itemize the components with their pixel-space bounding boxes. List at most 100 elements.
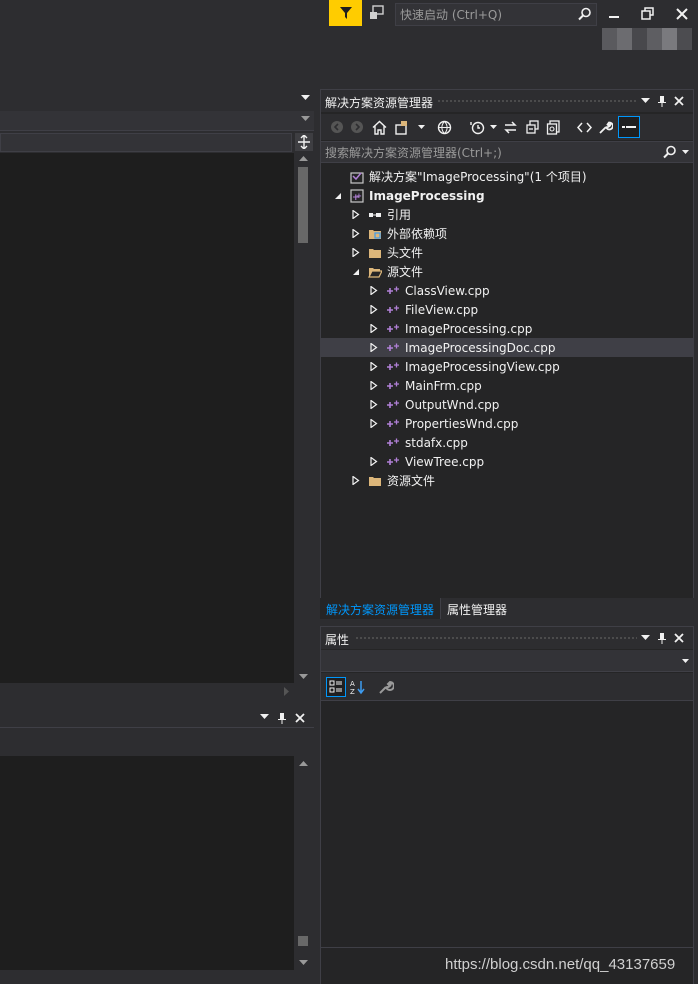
collapsed-arrow-icon[interactable]: [369, 419, 379, 429]
solution-search-input[interactable]: [325, 145, 655, 160]
solution-explorer-panel: 解决方案资源管理器 搜索解决方案资源管理器(Ctrl+;) 解决方案"Image…: [320, 89, 694, 619]
collapsed-arrow-icon[interactable]: [369, 362, 379, 372]
pending-changes-icon[interactable]: [469, 119, 485, 135]
collapsed-arrow-icon[interactable]: [369, 286, 379, 296]
collapsed-arrow-icon[interactable]: [369, 343, 379, 353]
code-editor[interactable]: [0, 153, 294, 683]
editor-tab-dropdown[interactable]: [301, 95, 310, 101]
forward-icon[interactable]: [349, 119, 365, 135]
expanded-arrow-icon[interactable]: [333, 191, 343, 201]
property-grid[interactable]: [321, 702, 693, 946]
cpp-file-icon: [385, 378, 401, 394]
tree-item[interactable]: stdafx.cpp: [321, 433, 693, 452]
tree-item[interactable]: PropertiesWnd.cpp: [321, 414, 693, 433]
tree-item[interactable]: ViewTree.cpp: [321, 452, 693, 471]
alphabetical-icon[interactable]: AZ: [350, 679, 366, 695]
scroll-thumb[interactable]: [298, 936, 308, 946]
collapsed-arrow-icon[interactable]: [369, 305, 379, 315]
split-window-button[interactable]: [295, 133, 313, 151]
editor-member-combo[interactable]: [0, 133, 292, 152]
chevron-down-icon[interactable]: [301, 116, 310, 122]
feedback-icon[interactable]: [368, 4, 388, 24]
panel-grip[interactable]: [437, 99, 637, 104]
tree-item[interactable]: 引用: [321, 205, 693, 224]
tree-item[interactable]: ImageProcessingDoc.cpp: [321, 338, 693, 357]
collapse-all-icon[interactable]: [524, 119, 540, 135]
tree-item[interactable]: 外部依赖项: [321, 224, 693, 243]
chevron-down-icon[interactable]: [682, 659, 689, 664]
chevron-down-icon[interactable]: [485, 119, 501, 135]
panel-grip[interactable]: [355, 636, 637, 641]
tree-item[interactable]: 头文件: [321, 243, 693, 262]
scroll-thumb[interactable]: [298, 167, 308, 243]
view-code-icon[interactable]: [576, 119, 592, 135]
property-pages-icon[interactable]: [378, 679, 394, 695]
properties-wrench-icon[interactable]: [597, 119, 613, 135]
tree-item[interactable]: FileView.cpp: [321, 300, 693, 319]
back-icon[interactable]: [329, 119, 345, 135]
preview-selected-items-button[interactable]: [618, 116, 640, 138]
chevron-down-icon[interactable]: [641, 98, 650, 104]
tree-item[interactable]: + + ImageProcessing: [321, 186, 693, 205]
categorized-button[interactable]: [326, 677, 346, 697]
minimize-button[interactable]: [606, 6, 622, 22]
show-all-files-icon[interactable]: [545, 119, 561, 135]
collapsed-arrow-icon[interactable]: [369, 381, 379, 391]
scroll-up-icon[interactable]: [299, 760, 308, 766]
editor-horizontal-scrollbar[interactable]: [0, 683, 294, 699]
pin-icon[interactable]: [657, 632, 667, 644]
references-icon: [367, 207, 383, 223]
scroll-down-icon[interactable]: [299, 674, 308, 680]
home-icon[interactable]: [371, 119, 387, 135]
editor-navigation-bar[interactable]: [0, 111, 314, 131]
chevron-down-icon: [301, 95, 310, 100]
solution-explorer-search[interactable]: [321, 141, 693, 163]
sync-arrows-icon[interactable]: [502, 119, 518, 135]
collapsed-arrow-icon[interactable]: [351, 210, 361, 220]
account-avatar[interactable]: [602, 28, 692, 50]
tree-item[interactable]: ImageProcessingView.cpp: [321, 357, 693, 376]
quick-launch-box[interactable]: [395, 3, 597, 26]
sync-globe-icon[interactable]: [436, 119, 452, 135]
collapsed-arrow-icon[interactable]: [369, 457, 379, 467]
search-icon[interactable]: [663, 145, 677, 159]
tree-item[interactable]: 资源文件: [321, 471, 693, 490]
tab-solution-explorer[interactable]: 解决方案资源管理器: [320, 598, 441, 619]
collapsed-arrow-icon[interactable]: [351, 476, 361, 486]
restore-button[interactable]: [640, 6, 656, 22]
quick-launch-input[interactable]: [400, 7, 570, 23]
close-icon[interactable]: [673, 632, 685, 644]
switch-views-icon[interactable]: [395, 119, 411, 135]
tree-item[interactable]: MainFrm.cpp: [321, 376, 693, 395]
pin-icon[interactable]: [277, 712, 287, 724]
chevron-down-icon[interactable]: [413, 119, 429, 135]
chevron-down-icon[interactable]: [260, 714, 269, 720]
output-horizontal-scrollbar[interactable]: [0, 970, 314, 984]
close-button[interactable]: [674, 6, 690, 22]
tree-item[interactable]: 解决方案"ImageProcessing"(1 个项目): [321, 167, 693, 186]
collapsed-arrow-icon[interactable]: [351, 229, 361, 239]
notification-filter-button[interactable]: [329, 0, 362, 26]
scroll-right-icon[interactable]: [284, 687, 290, 696]
close-icon[interactable]: [294, 712, 306, 724]
close-icon[interactable]: [673, 95, 685, 107]
tab-property-manager[interactable]: 属性管理器: [440, 598, 514, 619]
tree-item[interactable]: 源文件: [321, 262, 693, 281]
output-window[interactable]: [0, 756, 294, 970]
collapsed-arrow-icon[interactable]: [351, 248, 361, 258]
tree-item[interactable]: ImageProcessing.cpp: [321, 319, 693, 338]
chevron-down-icon[interactable]: [682, 150, 689, 155]
output-vertical-scrollbar[interactable]: [296, 756, 311, 970]
object-selector-combo[interactable]: [321, 650, 693, 672]
tree-item[interactable]: ClassView.cpp: [321, 281, 693, 300]
editor-vertical-scrollbar[interactable]: [296, 153, 311, 683]
collapsed-arrow-icon[interactable]: [369, 400, 379, 410]
pin-icon[interactable]: [657, 95, 667, 107]
collapsed-arrow-icon[interactable]: [369, 324, 379, 334]
chevron-down-icon[interactable]: [641, 635, 650, 641]
expanded-arrow-icon[interactable]: [351, 267, 361, 277]
tree-item[interactable]: OutputWnd.cpp: [321, 395, 693, 414]
scroll-up-icon[interactable]: [299, 155, 308, 161]
search-icon[interactable]: [578, 7, 592, 21]
scroll-down-icon[interactable]: [299, 960, 308, 966]
